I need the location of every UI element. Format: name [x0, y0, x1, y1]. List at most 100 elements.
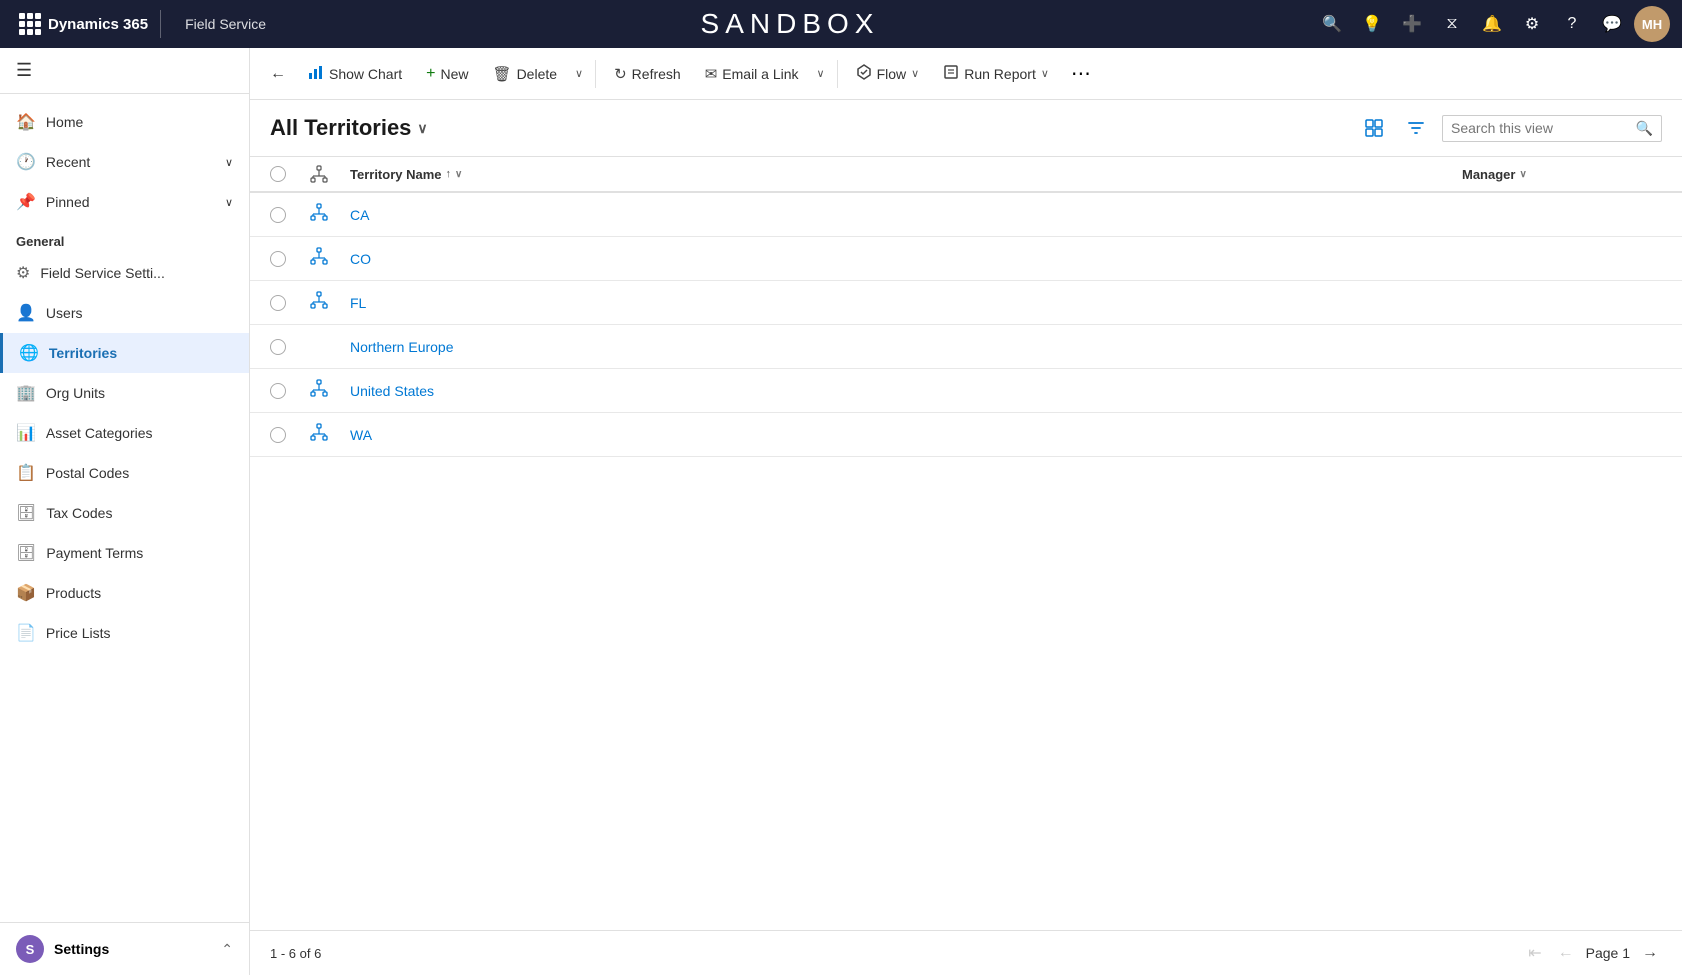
sidebar-item-payment-terms[interactable]: 🗄 Payment Terms	[0, 533, 249, 573]
refresh-label: Refresh	[632, 66, 681, 82]
territory-link-4[interactable]: United States	[350, 383, 434, 399]
row-territory-icon-1	[310, 247, 350, 270]
view-title[interactable]: All Territories ∨	[270, 115, 428, 141]
hamburger-icon[interactable]: ☰	[16, 60, 32, 80]
sidebar-item-postal-codes[interactable]: 📋 Postal Codes	[0, 453, 249, 493]
settings-icon[interactable]: ⚙	[1514, 6, 1550, 42]
next-page-button[interactable]: →	[1638, 942, 1662, 964]
sidebar-item-recent[interactable]: 🕐 Recent ∨	[0, 142, 249, 182]
search-nav-icon[interactable]: 🔍	[1314, 6, 1350, 42]
col-territory-header[interactable]: Territory Name ↑ ∨	[350, 165, 1462, 183]
territory-link-5[interactable]: WA	[350, 427, 372, 443]
sidebar-item-asset-categories-label: Asset Categories	[46, 425, 153, 441]
search-box[interactable]: 🔍	[1442, 115, 1662, 142]
row-checkbox-5[interactable]	[270, 427, 310, 443]
row-territory-name-1[interactable]: CO	[350, 251, 1462, 267]
flow-icon	[856, 64, 872, 84]
sidebar-item-payment-terms-label: Payment Terms	[46, 545, 143, 561]
sidebar-item-tax-codes[interactable]: 🗄 Tax Codes	[0, 493, 249, 533]
app-name[interactable]: Field Service	[185, 16, 266, 32]
table-row[interactable]: FL	[250, 281, 1682, 325]
show-chart-button[interactable]: Show Chart	[298, 58, 412, 90]
delete-button[interactable]: 🗑 Delete	[483, 59, 568, 89]
chat-icon[interactable]: 💬	[1594, 6, 1630, 42]
row-territory-name-3[interactable]: Northern Europe	[350, 339, 1462, 355]
row-checkbox-3[interactable]	[270, 339, 310, 355]
help-icon[interactable]: ?	[1554, 6, 1590, 42]
new-button[interactable]: + New	[416, 59, 478, 89]
row-checkbox-1[interactable]	[270, 251, 310, 267]
run-report-button[interactable]: Run Report ∨	[933, 58, 1059, 90]
sandbox-title: SANDBOX	[266, 8, 1314, 40]
sidebar-item-territories[interactable]: 🌐 Territories	[0, 333, 249, 373]
sidebar-item-price-lists[interactable]: 📄 Price Lists	[0, 613, 249, 653]
sidebar-item-home[interactable]: 🏠 Home	[0, 102, 249, 142]
app-launcher-button[interactable]	[12, 6, 48, 42]
settings-label: Settings	[54, 941, 109, 957]
territories-icon: 🌐	[19, 343, 39, 363]
territory-link-2[interactable]: FL	[350, 295, 366, 311]
sidebar-item-users[interactable]: 👤 Users	[0, 293, 249, 333]
row-checkbox-4[interactable]	[270, 383, 310, 399]
sidebar-general-header: General	[0, 222, 249, 253]
sidebar-item-org-units[interactable]: 🏢 Org Units	[0, 373, 249, 413]
payment-terms-icon: 🗄	[16, 543, 36, 563]
toolbar-divider-2	[837, 60, 838, 88]
territory-link-3[interactable]: Northern Europe	[350, 339, 454, 355]
territory-link-1[interactable]: CO	[350, 251, 371, 267]
toolbar-more-button[interactable]: ⋯	[1063, 57, 1099, 90]
row-territory-name-2[interactable]: FL	[350, 295, 1462, 311]
more-chevron-2-icon: ∨	[817, 67, 825, 80]
table-row[interactable]: CO	[250, 237, 1682, 281]
products-icon: 📦	[16, 583, 36, 603]
sidebar-item-pinned[interactable]: 📌 Pinned ∨	[0, 182, 249, 222]
run-report-icon	[943, 64, 959, 84]
table-row[interactable]: WA	[250, 413, 1682, 457]
more-dropdown-2-button[interactable]: ∨	[813, 61, 829, 86]
search-input[interactable]	[1451, 120, 1636, 136]
sidebar-item-field-service-settings[interactable]: ⚙ Field Service Setti...	[0, 253, 249, 293]
filter-view-icon[interactable]	[1400, 112, 1432, 144]
email-link-button[interactable]: ✉ Email a Link	[695, 59, 809, 89]
row-territory-name-5[interactable]: WA	[350, 427, 1462, 443]
table-area: Territory Name ↑ ∨ Manager ∨	[250, 157, 1682, 930]
settings-avatar: S	[16, 935, 44, 963]
view-switcher-icon[interactable]	[1358, 112, 1390, 144]
table-footer: 1 - 6 of 6 ⇤ ← Page 1 →	[250, 930, 1682, 975]
sidebar-item-asset-categories[interactable]: 📊 Asset Categories	[0, 413, 249, 453]
flow-button[interactable]: Flow ∨	[846, 58, 930, 90]
prev-page-button[interactable]: ←	[1554, 942, 1578, 964]
row-checkbox-0[interactable]	[270, 207, 310, 223]
col-checkbox[interactable]	[270, 165, 310, 183]
filter-icon[interactable]: ⧖	[1434, 6, 1470, 42]
user-avatar[interactable]: MH	[1634, 6, 1670, 42]
home-icon: 🏠	[16, 112, 36, 132]
show-chart-icon	[308, 64, 324, 84]
back-button[interactable]: ←	[262, 59, 294, 89]
territory-link-0[interactable]: CA	[350, 207, 369, 223]
row-checkbox-2[interactable]	[270, 295, 310, 311]
sidebar-toggle[interactable]: ☰	[0, 48, 249, 94]
new-label: New	[441, 66, 469, 82]
add-icon[interactable]: ➕	[1394, 6, 1430, 42]
org-units-icon: 🏢	[16, 383, 36, 403]
recent-chevron-icon: ∨	[225, 156, 233, 169]
col-manager-header[interactable]: Manager ∨	[1462, 165, 1662, 183]
refresh-button[interactable]: ↻ Refresh	[604, 59, 691, 89]
table-row[interactable]: CA	[250, 193, 1682, 237]
table-row[interactable]: United States	[250, 369, 1682, 413]
sidebar-item-products[interactable]: 📦 Products	[0, 573, 249, 613]
more-dropdown-1-button[interactable]: ∨	[571, 61, 587, 86]
record-count: 1 - 6 of 6	[270, 946, 321, 961]
lightbulb-icon[interactable]: 💡	[1354, 6, 1390, 42]
first-page-button[interactable]: ⇤	[1524, 941, 1545, 965]
table-row[interactable]: Northern Europe	[250, 325, 1682, 369]
flow-label: Flow	[877, 66, 907, 82]
pin-icon: 📌	[16, 192, 36, 212]
sidebar-item-org-units-label: Org Units	[46, 385, 105, 401]
sidebar-item-tax-codes-label: Tax Codes	[46, 505, 112, 521]
row-territory-name-4[interactable]: United States	[350, 383, 1462, 399]
row-territory-name-0[interactable]: CA	[350, 207, 1462, 223]
notification-icon[interactable]: 🔔	[1474, 6, 1510, 42]
sidebar-settings[interactable]: S Settings ⌃	[0, 922, 249, 975]
